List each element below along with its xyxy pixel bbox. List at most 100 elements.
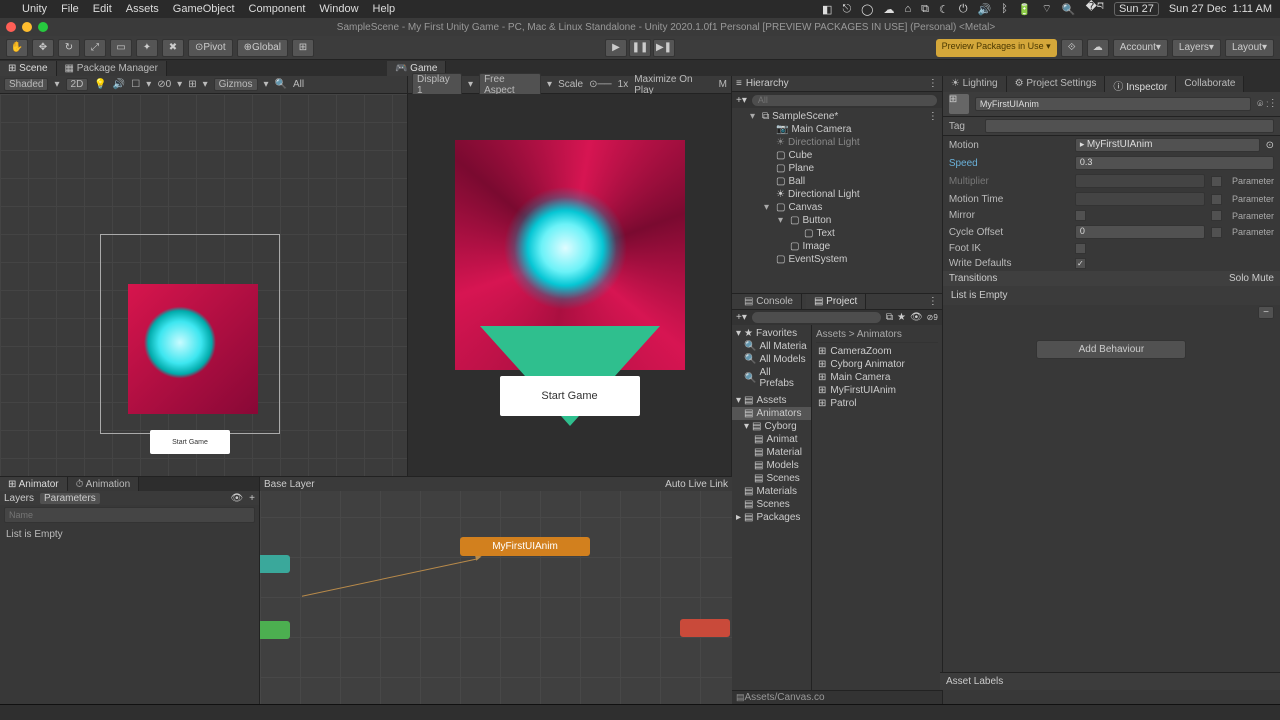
tree-item[interactable]: ▢ Cube (732, 149, 942, 162)
project-folders[interactable]: ▾★ Favorites 🔍 All Materia 🔍 All Models … (732, 325, 812, 690)
project-list[interactable]: Assets > Animators ⊞ CameraZoom ⊞ Cyborg… (812, 325, 942, 690)
panel-menu-icon[interactable]: ⋮ (928, 296, 938, 307)
slider-icon[interactable]: ⊘9 (927, 313, 938, 322)
state-node-exit[interactable] (680, 619, 730, 637)
tree-item[interactable]: ▾▢ Canvas (732, 201, 942, 214)
asset-item[interactable]: ⊞ Patrol (816, 397, 938, 410)
tab-project[interactable]: ▤ Project (806, 294, 866, 309)
snap-toggle[interactable]: ⊞ (292, 39, 314, 57)
close-icon[interactable] (6, 22, 16, 32)
tree-item[interactable]: ☀ Directional Light (732, 136, 942, 149)
add-icon[interactable]: +▾ (736, 312, 747, 323)
tab-console[interactable]: ▤ Console (736, 294, 802, 309)
object-name-field[interactable] (975, 97, 1251, 111)
hierarchy-tree[interactable]: ▾⧉ SampleScene*⋮ 📷 Main Camera ☀ Directi… (732, 108, 942, 268)
scale-slider[interactable]: ⊙── (589, 79, 612, 90)
scene-viewport[interactable]: Start Game (0, 94, 407, 476)
panel-menu-icon[interactable]: ⋮ (928, 78, 938, 89)
tab-collaborate[interactable]: Collaborate (1176, 76, 1244, 92)
tab-animation[interactable]: ⏱ Animation (68, 477, 140, 491)
tab-scene[interactable]: ⊞ Scene (0, 61, 57, 76)
menu-file[interactable]: File (61, 3, 79, 15)
param-search[interactable] (4, 507, 255, 523)
shading-mode[interactable]: Shaded (4, 78, 48, 91)
wifi-icon[interactable]: ⌔ (1042, 2, 1052, 16)
traffic-lights[interactable] (6, 22, 48, 32)
obj-picker-icon[interactable]: ⊙ (1266, 140, 1274, 151)
game-view[interactable]: Display 1▾ Free Aspect▾ Scale ⊙── 1x Max… (408, 76, 732, 476)
cam-icon[interactable]: ⊞ (188, 79, 196, 90)
tree-item[interactable]: ☀ Directional Light (732, 188, 942, 201)
mirror-checkbox[interactable] (1075, 210, 1086, 221)
param-checkbox[interactable] (1211, 176, 1222, 187)
transition-arrow[interactable] (302, 558, 478, 596)
tab-lighting[interactable]: ☀ Lighting (943, 76, 1007, 92)
tab-animator[interactable]: ⊞ Animator (0, 477, 68, 491)
play-button[interactable]: ▶ (605, 39, 627, 57)
motion-field[interactable]: ▸ MyFirstUIAnim (1075, 138, 1260, 152)
animator-graph[interactable]: Base Layer Auto Live Link MyFirstUIAnim (260, 477, 732, 704)
menu-gameobject[interactable]: GameObject (173, 3, 235, 15)
cycle-field[interactable]: 0 (1075, 225, 1205, 239)
add-icon[interactable]: + (249, 493, 255, 504)
hand-tool[interactable]: ✋ (6, 39, 28, 57)
step-button[interactable]: ▶❚ (653, 39, 675, 57)
footik-checkbox[interactable] (1075, 243, 1086, 254)
bluetooth-icon[interactable]: ᛒ (1001, 3, 1008, 15)
aspect-select[interactable]: Free Aspect (479, 73, 541, 97)
menu-window[interactable]: Window (319, 3, 358, 15)
hidden-icon[interactable]: 👁 (910, 312, 923, 323)
tree-item[interactable]: ▢ Plane (732, 162, 942, 175)
add-icon[interactable]: +▾ (736, 95, 747, 106)
add-behaviour-button[interactable]: Add Behaviour (1036, 340, 1186, 359)
scale-tool[interactable]: ⤢ (84, 39, 106, 57)
favorite-icon[interactable]: ★ (897, 312, 906, 323)
asset-item[interactable]: ⊞ Cyborg Animator (816, 358, 938, 371)
gizmos-dropdown[interactable]: Gizmos (214, 78, 258, 91)
menubar-datetime[interactable]: Sun 27 Dec 1:11 AM (1169, 3, 1272, 15)
pivot-toggle[interactable]: ⊙ Pivot (188, 39, 233, 57)
gizmo-icon[interactable]: ⊘0 (157, 79, 171, 90)
layers-dropdown[interactable]: Layers ▾ (1172, 39, 1221, 57)
pause-button[interactable]: ❚❚ (629, 39, 651, 57)
help-icon[interactable]: ⌾ ː ⋮ (1257, 99, 1274, 110)
scene-search[interactable]: All (293, 79, 304, 90)
audio-icon[interactable]: 🔊 (113, 79, 125, 90)
project-breadcrumb[interactable]: Assets > Animators (816, 327, 938, 343)
display-select[interactable]: Display 1 (412, 73, 462, 97)
auto-live-link[interactable]: Auto Live Link (665, 479, 728, 490)
move-tool[interactable]: ✥ (32, 39, 54, 57)
hierarchy-search[interactable] (751, 94, 938, 107)
layers-tab[interactable]: Layers (4, 493, 34, 504)
fx-icon[interactable]: ☐ (131, 79, 140, 90)
speed-field[interactable]: 0.3 (1075, 156, 1274, 170)
mute-toggle[interactable]: M (719, 79, 727, 90)
tree-item[interactable]: ▢ Text (732, 227, 942, 240)
asset-item[interactable]: ⊞ MyFirstUIAnim (816, 384, 938, 397)
tree-item[interactable]: 📷 Main Camera (732, 123, 942, 136)
start-game-button[interactable]: Start Game (500, 376, 640, 416)
base-layer-crumb[interactable]: Base Layer (264, 479, 315, 490)
layout-dropdown[interactable]: Layout ▾ (1225, 39, 1274, 57)
custom-tool[interactable]: ✖ (162, 39, 184, 57)
eye-icon[interactable]: 👁 (230, 493, 243, 504)
asset-item[interactable]: ⊞ CameraZoom (816, 345, 938, 358)
menu-component[interactable]: Component (249, 3, 306, 15)
tag-field[interactable] (985, 119, 1274, 133)
param-checkbox[interactable] (1211, 227, 1222, 238)
param-checkbox[interactable] (1211, 210, 1222, 221)
tab-project-settings[interactable]: ⚙ Project Settings (1007, 76, 1106, 92)
global-toggle[interactable]: ⊕ Global (237, 39, 288, 57)
tree-item[interactable]: ▾▢ Button (732, 214, 942, 227)
cloud-icon[interactable]: ☁ (1087, 39, 1109, 57)
minimize-icon[interactable] (22, 22, 32, 32)
preview-packages-pill[interactable]: Preview Packages in Use ▾ (936, 39, 1057, 57)
spotlight-icon[interactable]: 🔍 (1062, 3, 1076, 16)
menu-edit[interactable]: Edit (93, 3, 112, 15)
account-dropdown[interactable]: Account ▾ (1113, 39, 1168, 57)
rotate-tool[interactable]: ↻ (58, 39, 80, 57)
asset-item[interactable]: ⊞ Main Camera (816, 371, 938, 384)
tab-package-manager[interactable]: ▦ Package Manager (57, 61, 167, 76)
tree-item[interactable]: ▢ Ball (732, 175, 942, 188)
menu-help[interactable]: Help (373, 3, 396, 15)
